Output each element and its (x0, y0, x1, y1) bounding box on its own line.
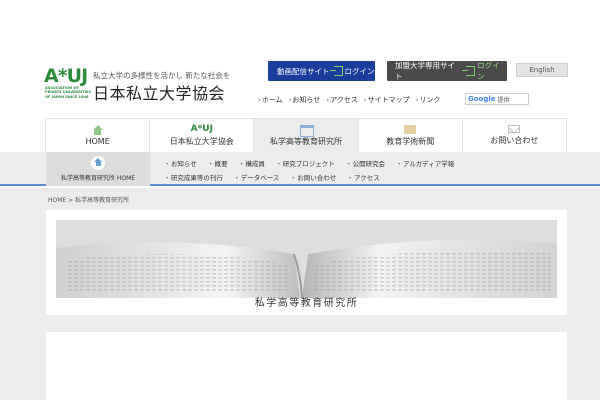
gnav-label: 日本私立大学協会 (169, 137, 234, 146)
english-button[interactable]: English (516, 63, 568, 77)
subnav-link-members[interactable]: 構成員 (240, 158, 265, 168)
member-site-login-button[interactable]: 加盟大学専用サイト ログイン (387, 61, 507, 81)
utility-links: ホーム お知らせ アクセス サイトマップ リンク (258, 95, 441, 105)
site-header: A*UJ Association of Private Universities… (0, 0, 600, 118)
gnav-apuj[interactable]: A*UJ 日本私立大学協会 (150, 119, 255, 152)
subnav-link-database[interactable]: データベース (235, 172, 280, 182)
breadcrumb: HOME > 私学高等教育研究所 (48, 195, 129, 204)
util-link-news[interactable]: お知らせ (289, 95, 320, 105)
subnav-links: お知らせ 概要 構成員 研究プロジェクト 公開研究会 アルカディア学報 研究成果… (165, 158, 475, 182)
books-icon (299, 124, 314, 137)
gnav-label: 私学高等教育研究所 (270, 137, 342, 146)
logo-subtext: Association of Private Universities of J… (45, 86, 91, 99)
gnav-newspaper[interactable]: 教育学術新聞 (358, 119, 463, 152)
subnav-home-label: 私学高等教育研究所 HOME (60, 175, 136, 182)
subnav-link-arcadia[interactable]: アルカディア学報 (397, 158, 454, 168)
gnav-label: 教育学術新聞 (386, 136, 435, 146)
gnav-label: HOME (85, 137, 110, 146)
login-label: ログイン (477, 61, 500, 81)
home-icon (91, 156, 105, 170)
subnav-home-button[interactable]: 私学高等教育研究所 HOME (46, 152, 150, 186)
gnav-label: お問い合わせ (490, 136, 539, 145)
newspaper-icon (404, 124, 417, 134)
global-nav: HOME A*UJ 日本私立大学協会 私学高等教育研究所 教育学術新聞 お問い合… (45, 118, 568, 152)
page-title: 私学高等教育研究所 (254, 298, 359, 309)
sub-nav: 私学高等教育研究所 HOME お知らせ 概要 構成員 研究プロジェクト 公開研究… (0, 152, 600, 186)
apuj-icon: A*UJ (190, 124, 213, 134)
search-hint: 提供 (497, 96, 510, 104)
gnav-contact[interactable]: お問い合わせ (462, 119, 568, 152)
google-brand: Google (468, 95, 496, 103)
subnav-link-news[interactable]: お知らせ (165, 158, 197, 168)
gnav-research-institute[interactable]: 私学高等教育研究所 (254, 119, 359, 152)
mail-icon (508, 125, 521, 133)
org-name[interactable]: 日本私立大学協会 (93, 80, 225, 104)
subnav-link-overview[interactable]: 概要 (209, 158, 228, 168)
login-icon (462, 66, 476, 76)
subnav-link-open-seminar[interactable]: 公開研究会 (347, 158, 386, 168)
gnav-home[interactable]: HOME (45, 119, 151, 152)
content-card (46, 332, 567, 400)
breadcrumb-current: 私学高等教育研究所 (75, 197, 130, 204)
util-link-links[interactable]: リンク (416, 95, 440, 105)
login-icon (329, 66, 343, 76)
video-site-label: 動画配信サイト (277, 66, 330, 76)
subnav-link-publications[interactable]: 研究成果等の刊行 (165, 172, 223, 182)
member-site-label: 加盟大学専用サイト (395, 61, 455, 81)
breadcrumb-home[interactable]: HOME (48, 197, 66, 204)
subnav-link-access[interactable]: アクセス (348, 172, 380, 182)
open-book-illustration (56, 220, 557, 298)
util-link-home[interactable]: ホーム (258, 95, 283, 105)
hero-book-image (56, 220, 557, 298)
login-label: ログイン (344, 66, 375, 76)
site-search-input[interactable]: Google 提供 (465, 93, 529, 105)
hero-card: 私学高等教育研究所 (46, 210, 567, 315)
util-link-sitemap[interactable]: サイトマップ (364, 95, 410, 105)
logo-mark-text: A*UJ (44, 65, 88, 87)
subnav-link-projects[interactable]: 研究プロジェクト (277, 158, 335, 168)
home-icon (91, 125, 105, 135)
apuj-logo[interactable]: A*UJ Association of Private Universities… (44, 66, 92, 106)
breadcrumb-separator: > (68, 197, 74, 204)
util-link-access[interactable]: アクセス (326, 95, 358, 105)
video-site-login-button[interactable]: 動画配信サイト ログイン (268, 61, 375, 81)
subnav-link-contact[interactable]: お問い合わせ (291, 172, 336, 182)
